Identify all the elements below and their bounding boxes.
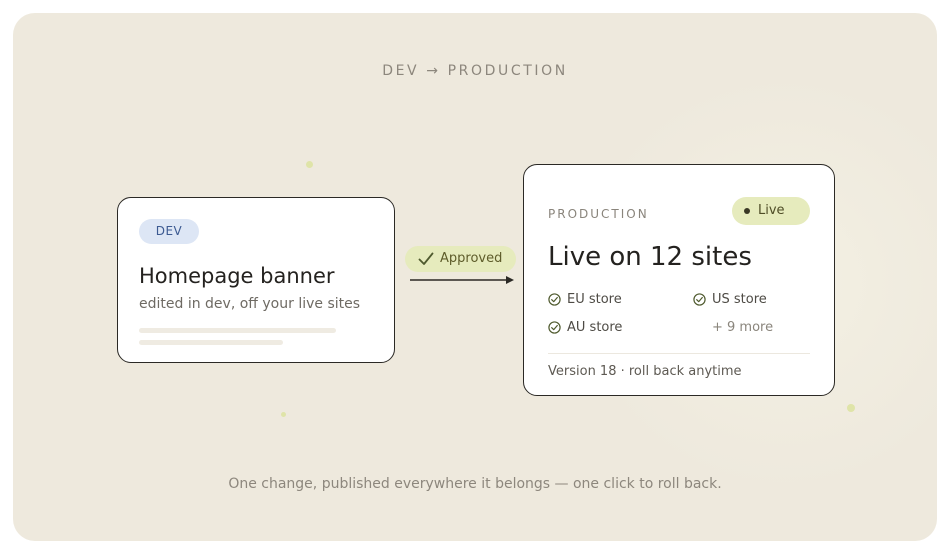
- placeholder-line: [139, 340, 283, 345]
- dev-card-title: Homepage banner: [139, 264, 335, 288]
- arrow-right-icon: [410, 276, 514, 284]
- check-icon: [418, 252, 434, 265]
- status-dot-icon: [744, 208, 750, 214]
- diagram-panel: DEV → PRODUCTION DEV Homepage banner edi…: [13, 13, 937, 541]
- live-status-label: Live: [758, 203, 785, 218]
- dev-card: DEV Homepage banner edited in dev, off y…: [117, 197, 395, 363]
- production-card: PRODUCTION Live Live on 12 sites EU stor…: [523, 164, 835, 396]
- site-label: EU store: [567, 292, 622, 307]
- decorative-dot: [306, 161, 313, 168]
- check-circle-icon: [548, 293, 561, 306]
- production-title: Live on 12 sites: [548, 242, 752, 272]
- diagram-heading: DEV → PRODUCTION: [382, 63, 568, 79]
- approved-badge: Approved: [405, 246, 516, 272]
- site-label: US store: [712, 292, 767, 307]
- dev-badge: DEV: [139, 219, 199, 244]
- decorative-dot: [281, 412, 286, 417]
- caption: One change, published everywhere it belo…: [228, 476, 722, 492]
- more-sites-count: + 9 more: [712, 320, 774, 335]
- live-status-badge: Live: [732, 197, 810, 225]
- check-circle-icon: [548, 321, 561, 334]
- check-circle-icon: [693, 293, 706, 306]
- approved-label: Approved: [440, 251, 503, 266]
- production-label: PRODUCTION: [548, 207, 649, 221]
- decorative-dot: [847, 404, 855, 412]
- dev-card-subtitle: edited in dev, off your live sites: [139, 296, 361, 312]
- site-label: AU store: [567, 320, 623, 335]
- placeholder-line: [139, 328, 336, 333]
- divider: [548, 353, 810, 354]
- version-note: Version 18 · roll back anytime: [548, 364, 742, 379]
